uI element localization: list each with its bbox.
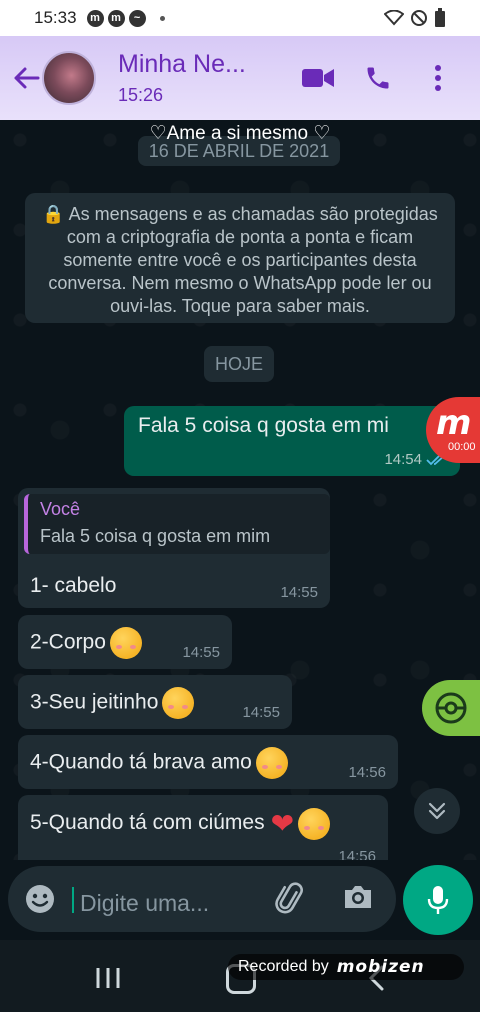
face-with-hand-over-mouth-icon bbox=[298, 807, 331, 840]
incoming-message[interactable]: 4-Quando tá brava amo 14:56 bbox=[18, 735, 398, 789]
recording-watermark: Recorded by mobizen bbox=[228, 954, 464, 980]
mobizen-notification-icon: m bbox=[86, 9, 104, 27]
message-time: 14:55 bbox=[182, 644, 220, 661]
message-text: 3-Seu jeitinho bbox=[30, 690, 159, 714]
overlay-caption: ♡Ame a si mesmo ♡ bbox=[149, 123, 331, 144]
more-notifications-dot bbox=[159, 15, 165, 21]
attach-button[interactable] bbox=[274, 882, 308, 921]
message-text: 2-Corpo bbox=[30, 630, 106, 654]
text-cursor bbox=[72, 887, 74, 913]
outgoing-message[interactable]: Fala 5 coisa q gosta em mi 14:54 bbox=[124, 406, 460, 476]
battery-icon bbox=[435, 8, 445, 27]
message-time: 14:54 bbox=[384, 451, 422, 468]
today-chip: HOJE bbox=[204, 346, 274, 382]
message-text: Fala 5 coisa q gosta em mi bbox=[138, 414, 389, 437]
incoming-message[interactable]: Você Fala 5 coisa q gosta em mim 1- cabe… bbox=[18, 488, 330, 608]
red-heart-icon: ❤ bbox=[270, 808, 295, 839]
quoted-message[interactable]: Você Fala 5 coisa q gosta em mim bbox=[24, 494, 330, 554]
contact-last-seen: 15:26 bbox=[118, 85, 164, 105]
camera-button[interactable] bbox=[342, 883, 374, 916]
pokeball-icon bbox=[435, 692, 467, 724]
mobizen-logo-icon: m bbox=[436, 403, 472, 443]
voice-message-button[interactable] bbox=[403, 865, 473, 935]
wifi-icon bbox=[384, 10, 404, 26]
contact-name: Minha Ne... bbox=[118, 50, 246, 78]
encryption-notice[interactable]: 🔒 As mensagens e as chamadas são protegi… bbox=[25, 193, 455, 323]
incoming-message[interactable]: 3-Seu jeitinho 14:55 bbox=[18, 675, 292, 729]
smiling-face-with-hearts-icon bbox=[255, 747, 288, 779]
message-input-container[interactable]: Digite uma... bbox=[8, 866, 396, 932]
microphone-icon bbox=[427, 886, 449, 914]
status-time: 15:33 bbox=[34, 8, 77, 27]
incoming-message[interactable]: 5-Quando tá com ciúmes ❤ 14:56 bbox=[18, 795, 388, 865]
arrow-left-icon bbox=[14, 67, 40, 89]
double-chevron-down-icon bbox=[428, 802, 446, 820]
dnd-icon bbox=[411, 10, 427, 26]
scroll-to-bottom-button[interactable] bbox=[414, 788, 460, 834]
smiling-face-with-hearts-icon bbox=[109, 627, 142, 659]
message-time: 14:55 bbox=[242, 704, 280, 721]
message-input[interactable]: Digite uma... bbox=[80, 890, 209, 917]
paperclip-icon bbox=[275, 882, 303, 914]
recent-apps-icon bbox=[96, 968, 120, 988]
chat-header: Minha Ne... 15:26 bbox=[0, 36, 480, 120]
more-options-button[interactable] bbox=[408, 48, 468, 108]
contact-info[interactable]: Minha Ne... 15:26 bbox=[118, 50, 246, 106]
mobizen-logo: mobizen bbox=[336, 957, 425, 977]
smiling-face-with-hearts-icon bbox=[162, 687, 195, 719]
recent-apps-button[interactable] bbox=[94, 966, 122, 995]
message-time: 14:55 bbox=[280, 584, 318, 601]
voice-call-button[interactable] bbox=[348, 48, 408, 108]
floating-assistant-button[interactable] bbox=[422, 680, 480, 736]
message-text: 1- cabelo bbox=[30, 574, 117, 597]
phone-icon bbox=[367, 67, 389, 89]
quoted-text: Fala 5 coisa q gosta em mim bbox=[40, 526, 271, 546]
emoji-icon bbox=[26, 885, 54, 913]
message-text: 4-Quando tá brava amo bbox=[30, 750, 252, 774]
incoming-message[interactable]: 2-Corpo 14:55 bbox=[18, 615, 232, 669]
quoted-author: Você bbox=[40, 499, 81, 519]
mobizen-notification-icon-2: m bbox=[107, 9, 125, 27]
video-call-button[interactable] bbox=[288, 48, 348, 108]
message-text: 5-Quando tá com ciúmes bbox=[30, 811, 265, 835]
more-vertical-icon bbox=[435, 65, 441, 91]
recording-timer: 00:00 bbox=[448, 441, 476, 453]
camera-icon bbox=[345, 886, 371, 908]
back-button[interactable] bbox=[6, 36, 46, 120]
messenger-notification-icon: ~ bbox=[128, 9, 146, 27]
status-icons bbox=[384, 8, 446, 28]
recorded-by-label: Recorded by bbox=[238, 958, 329, 975]
contact-avatar[interactable] bbox=[42, 51, 96, 105]
message-time: 14:56 bbox=[348, 764, 386, 781]
status-bar: 15:33 m m ~ bbox=[0, 0, 480, 36]
emoji-button[interactable] bbox=[24, 883, 56, 920]
video-camera-icon bbox=[302, 69, 334, 87]
